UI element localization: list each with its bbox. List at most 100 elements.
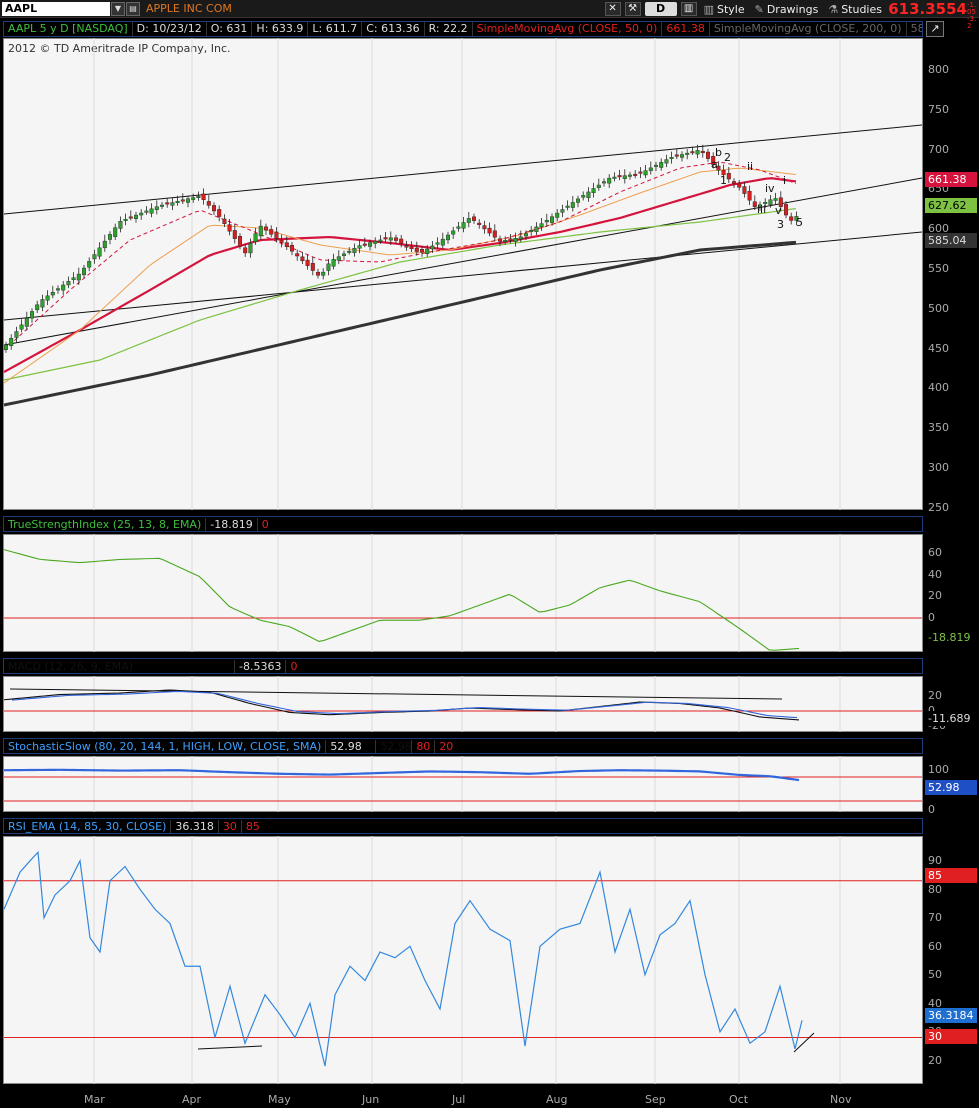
candle-body: [565, 205, 570, 208]
rsi-support-line: [197, 1045, 263, 1050]
stoch-line: [3, 768, 800, 782]
candle-body: [175, 201, 180, 203]
candle-body: [544, 220, 549, 223]
candle-body: [570, 202, 575, 208]
candle-body: [508, 238, 513, 241]
candle-body: [492, 230, 497, 238]
candle-body: [482, 225, 487, 230]
trendline-lower: [3, 231, 923, 321]
candle-body: [602, 181, 607, 184]
candle-body: [139, 212, 144, 216]
candle-body: [539, 223, 544, 228]
candle-body: [159, 204, 164, 207]
candle-body: [394, 237, 399, 241]
candle-body: [97, 247, 102, 257]
candle-body: [71, 277, 76, 280]
candle-body: [196, 196, 201, 199]
candle-body: [352, 248, 357, 253]
candle-body: [144, 210, 149, 213]
candle-body: [529, 230, 534, 232]
candle-body: [217, 209, 222, 217]
candle-body: [180, 199, 185, 202]
candle-body: [206, 201, 211, 206]
trendline-middle: [3, 177, 923, 346]
candle-body: [440, 238, 445, 246]
candle-body: [102, 240, 107, 249]
candle-body: [534, 226, 539, 233]
candle-body: [237, 236, 242, 247]
candle-body: [477, 222, 482, 225]
candle-body: [284, 242, 289, 247]
candle-body: [461, 222, 466, 229]
candle-body: [487, 227, 492, 234]
candle-body: [232, 230, 237, 239]
candle-body: [747, 190, 752, 201]
candle-body: [128, 216, 133, 219]
candle-body: [700, 150, 705, 154]
candle-body: [316, 271, 321, 276]
candle-body: [14, 331, 19, 338]
wave-label: a: [711, 158, 718, 171]
candle-body: [211, 205, 216, 212]
candle-body: [659, 162, 664, 168]
candle-body: [253, 233, 258, 242]
candle-body: [201, 193, 206, 200]
candle-body: [685, 152, 690, 155]
candle-body: [61, 284, 66, 291]
candle-body: [30, 311, 35, 319]
candle-body: [596, 184, 601, 188]
candle-body: [373, 241, 378, 244]
candle-body: [518, 236, 523, 240]
candle-body: [310, 263, 315, 271]
candle-body: [342, 253, 347, 257]
candle-body: [118, 221, 123, 229]
candle-body: [9, 338, 14, 346]
wave-label: iii: [757, 203, 766, 216]
wave-label: 2: [724, 151, 731, 164]
candle-body: [113, 227, 118, 237]
candle-body: [664, 159, 669, 164]
candle-body: [383, 237, 388, 240]
candle-body: [300, 256, 305, 262]
candle-body: [24, 317, 29, 327]
macd-signal-line: [11, 690, 798, 719]
candle-body: [674, 154, 679, 157]
chart-drawing: b 2a ii1iviii v3 5i: [3, 38, 923, 1084]
candle-body: [227, 224, 232, 232]
candle-body: [388, 237, 393, 241]
candle-body: [706, 151, 711, 159]
candle-body: [726, 173, 731, 180]
candle-body: [742, 186, 747, 194]
candle-body: [591, 188, 596, 193]
candle-body: [784, 204, 789, 216]
candle-body: [633, 173, 638, 176]
candle-body: [638, 171, 643, 174]
candle-body: [768, 199, 773, 205]
candle-body: [451, 230, 456, 235]
candle-body: [66, 281, 71, 286]
wave-label: 3: [777, 218, 784, 231]
candle-body: [185, 198, 190, 203]
candle-body: [45, 295, 50, 301]
candle-body: [643, 170, 648, 176]
candle-body: [92, 254, 97, 260]
candle-body: [264, 226, 269, 231]
candle-body: [305, 259, 310, 266]
candle-body: [347, 250, 352, 253]
candle-body: [378, 239, 383, 242]
candle-body: [414, 247, 419, 252]
candle-body: [789, 216, 794, 221]
candle-body: [550, 216, 555, 223]
candle-body: [409, 246, 414, 250]
candle-body: [622, 175, 627, 179]
candle-body: [357, 245, 362, 249]
rsi-line: [3, 850, 803, 1067]
candle-body: [695, 150, 700, 155]
candle-body: [435, 242, 440, 245]
sma-green-line: [3, 207, 797, 381]
candle-body: [222, 218, 227, 224]
candle-body: [248, 243, 253, 254]
candle-body: [617, 175, 622, 178]
candle-body: [133, 214, 138, 219]
candle-body: [3, 344, 8, 350]
